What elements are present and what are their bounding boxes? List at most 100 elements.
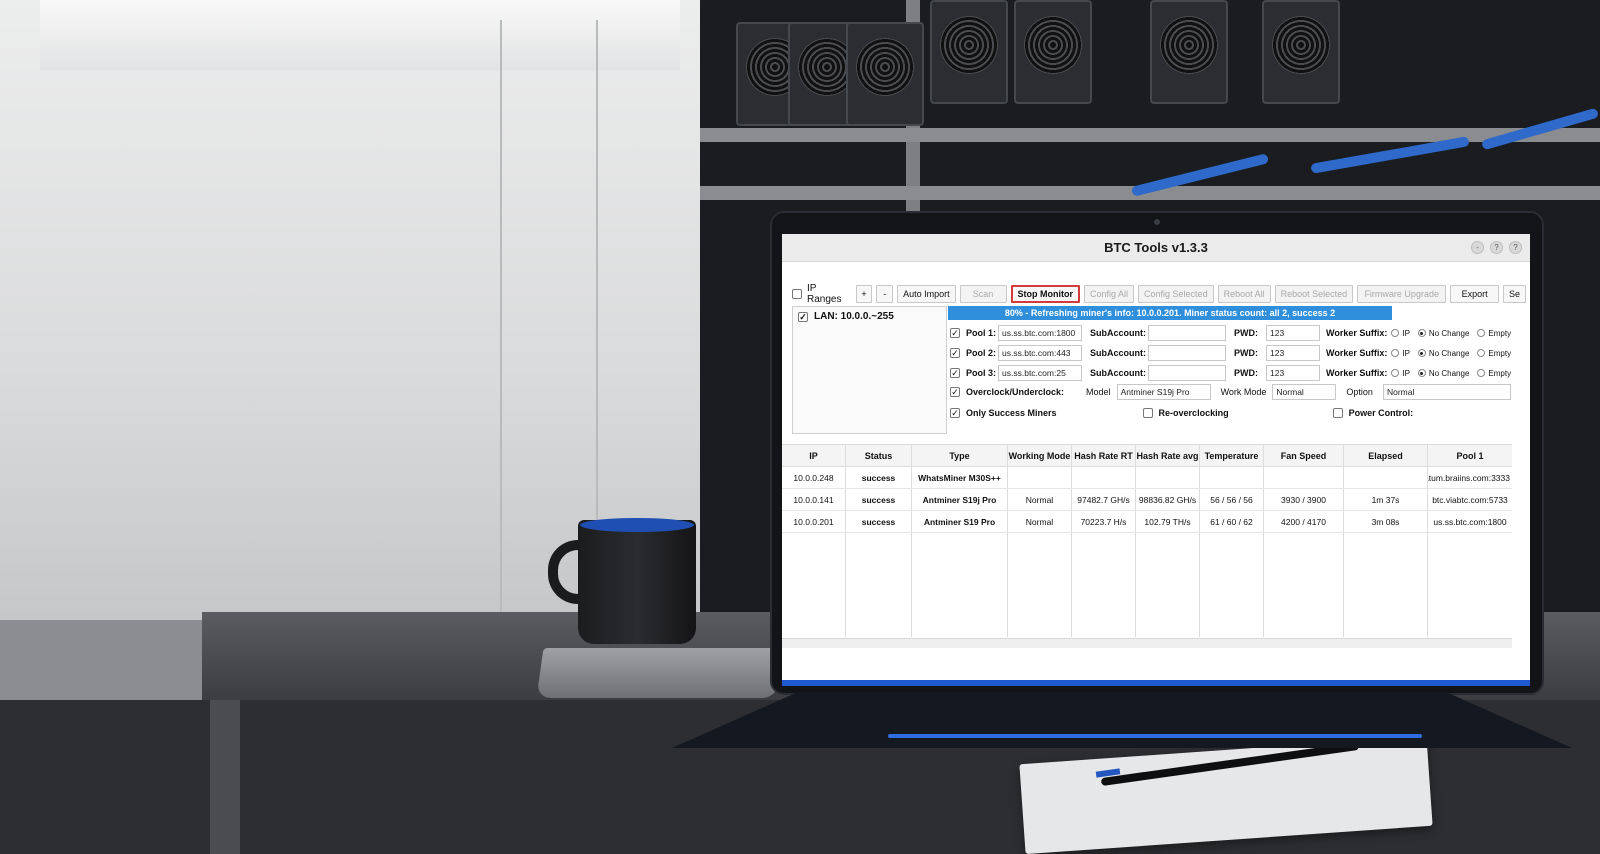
reboot-all-button[interactable]: Reboot All [1217,285,1271,303]
overclock-checkbox[interactable]: ✓ [950,387,960,397]
column-header-status[interactable]: Status [846,445,912,466]
column-header-hash-rate-rt[interactable]: Hash Rate RT [1072,445,1136,466]
suffix-empty-radio[interactable] [1477,369,1486,377]
miner-unit [1262,0,1340,104]
reoverclocking-checkbox[interactable] [1142,408,1153,418]
suffix-nochange-label: No Change [1428,368,1470,378]
filter-row: ✓ Only Success Miners Re-overclocking Po… [950,404,1510,422]
help-button[interactable]: ? [1509,241,1522,254]
cell-working-mode: Normal [1008,511,1072,532]
cell-type: Antminer S19 Pro [912,511,1008,532]
only-success-checkbox[interactable]: ✓ [950,408,960,418]
scan-button[interactable]: Scan [959,285,1007,303]
cell-elapsed: 3m 08s [1344,511,1428,532]
column-header-pool-1[interactable]: Pool 1 [1428,445,1512,466]
column-header-temperature[interactable]: Temperature [1200,445,1264,466]
toolbar: IP Ranges + - Auto Import Scan Stop Moni… [782,283,1530,305]
minimize-button[interactable]: - [1471,241,1484,254]
suffix-nochange-radio[interactable] [1417,369,1426,377]
screen-bottom-bar [782,680,1530,686]
window-controls: - ? ? [1471,241,1522,254]
cell-hash-rate-avg [1136,467,1200,488]
btc-tools-window: BTC Tools v1.3.3 - ? ? IP Ranges + - Aut… [782,234,1530,680]
table-row[interactable]: 10.0.0.248 success WhatsMiner M30S++ str… [782,467,1512,489]
overclock-label: Overclock/Underclock: [966,387,1065,397]
column-header-type[interactable]: Type [912,445,1008,466]
column-header-hash-rate-avg[interactable]: Hash Rate avg [1136,445,1200,466]
pool-1-checkbox[interactable]: ✓ [950,328,960,338]
pool-2-checkbox[interactable]: ✓ [950,348,960,358]
cell-hash-rate-rt [1072,467,1136,488]
pool-1-subaccount-input[interactable] [1148,325,1227,341]
suffix-ip-label: IP [1402,368,1410,378]
column-header-fan-speed[interactable]: Fan Speed [1264,445,1344,466]
suffix-nochange-label: No Change [1428,328,1470,338]
ip-range-checkbox[interactable]: ✓ [798,311,808,322]
only-success-label: Only Success Miners [966,408,1057,418]
pool-1-label: Pool 1: [966,328,997,338]
suffix-nochange-label: No Change [1428,348,1470,358]
pool-2-url-input[interactable]: us.ss.btc.com:443 [998,345,1083,361]
laptop-glow-strip [888,734,1422,738]
ip-range-item[interactable]: ✓ LAN: 10.0.0.~255 [793,307,946,326]
ip-ranges-checkbox[interactable] [792,289,802,299]
firmware-upgrade-button[interactable]: Firmware Upgrade [1357,285,1447,303]
miner-unit [930,0,1008,104]
auto-import-button[interactable]: Auto Import [897,285,956,303]
column-header-working-mode[interactable]: Working Mode [1008,445,1072,466]
pool-3-url-input[interactable]: us.ss.btc.com:25 [998,365,1083,381]
pool-3-checkbox[interactable]: ✓ [950,368,960,378]
model-label: Model [1086,387,1111,397]
pool-row-3: ✓ Pool 3: us.ss.btc.com:25 SubAccount: P… [950,364,1519,382]
pool-1-pwd-input[interactable]: 123 [1266,325,1321,341]
miner-unit [1150,0,1228,104]
add-range-button[interactable]: + [855,285,873,303]
export-button[interactable]: Export [1450,285,1499,303]
suffix-empty-label: Empty [1488,368,1512,378]
overclock-row: ✓ Overclock/Underclock: Model Antminer S… [950,383,1511,401]
horizontal-scrollbar[interactable] [782,638,1512,648]
cell-fan-speed [1264,467,1344,488]
progress-bar: 80% - Refreshing miner's info: 10.0.0.20… [948,306,1392,320]
pool-2-pwd-input[interactable]: 123 [1266,345,1321,361]
power-control-checkbox[interactable] [1332,408,1343,418]
pool-1-url-input[interactable]: us.ss.btc.com:1800 [998,325,1083,341]
table-row[interactable]: 10.0.0.141 success Antminer S19j Pro Nor… [782,489,1512,511]
remove-range-button[interactable]: - [876,285,894,303]
column-header-ip[interactable]: IP [782,445,846,466]
worker-suffix-label: Worker Suffix: [1326,348,1388,358]
suffix-nochange-radio[interactable] [1417,349,1426,357]
suffix-empty-radio[interactable] [1477,349,1486,357]
help-button[interactable]: ? [1490,241,1503,254]
miner-table: IP Status Type Working Mode Hash Rate RT… [782,444,1512,638]
config-all-button[interactable]: Config All [1084,285,1135,303]
suffix-nochange-radio[interactable] [1417,329,1426,337]
pool-2-subaccount-input[interactable] [1148,345,1227,361]
option-select[interactable]: Normal [1382,384,1511,400]
model-select[interactable]: Antminer S19j Pro [1116,384,1211,400]
cell-hash-rate-avg: 98836.82 GH/s [1136,489,1200,510]
config-selected-button[interactable]: Config Selected [1138,285,1214,303]
laptop-deck [672,692,1572,748]
ip-ranges-label: IP Ranges [807,283,842,305]
cell-elapsed [1344,467,1428,488]
pwd-label: PWD: [1234,328,1259,338]
worker-suffix-label: Worker Suffix: [1326,328,1388,338]
suffix-ip-radio[interactable] [1391,329,1400,337]
pool-3-pwd-input[interactable]: 123 [1266,365,1321,381]
suffix-ip-radio[interactable] [1391,349,1400,357]
reboot-selected-button[interactable]: Reboot Selected [1274,285,1354,303]
settings-button[interactable]: Se [1502,285,1526,303]
stop-monitor-button[interactable]: Stop Monitor [1010,285,1080,303]
table-row[interactable]: 10.0.0.201 success Antminer S19 Pro Norm… [782,511,1512,533]
ip-range-label: LAN: 10.0.0.~255 [814,311,894,322]
cell-temperature: 56 / 56 / 56 [1200,489,1264,510]
pwd-label: PWD: [1234,348,1259,358]
pool-3-label: Pool 3: [966,368,997,378]
column-header-elapsed[interactable]: Elapsed [1344,445,1428,466]
suffix-ip-radio[interactable] [1391,369,1400,377]
pool-3-subaccount-input[interactable] [1148,365,1227,381]
work-mode-select[interactable]: Normal [1272,384,1337,400]
suffix-empty-radio[interactable] [1477,329,1486,337]
cell-pool-1: btc.viabtc.com:5733 [1432,494,1508,505]
